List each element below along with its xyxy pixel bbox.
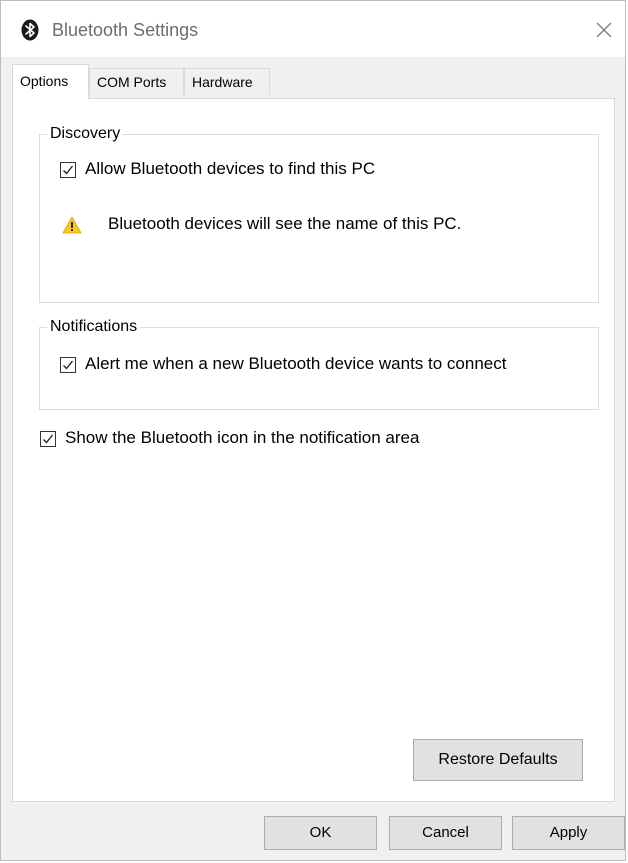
alert-new-device-label[interactable]: Alert me when a new Bluetooth device wan…: [85, 354, 506, 374]
discovery-legend: Discovery: [47, 124, 124, 144]
tab-options[interactable]: Options: [12, 64, 89, 99]
ok-button[interactable]: OK: [264, 816, 377, 850]
notifications-legend: Notifications: [47, 317, 141, 337]
warning-icon: [62, 216, 82, 234]
bluetooth-icon: [21, 19, 39, 41]
discovery-warning-text: Bluetooth devices will see the name of t…: [108, 214, 462, 233]
tab-hardware[interactable]: Hardware: [184, 68, 270, 95]
checkmark-icon: [43, 434, 54, 444]
allow-discovery-label[interactable]: Allow Bluetooth devices to find this PC: [85, 159, 375, 179]
title-bar: Bluetooth Settings: [1, 1, 625, 57]
checkmark-icon: [63, 360, 74, 370]
cancel-button[interactable]: Cancel: [389, 816, 502, 850]
close-icon: [596, 22, 612, 38]
window-title: Bluetooth Settings: [52, 20, 199, 40]
restore-defaults-button[interactable]: Restore Defaults: [413, 739, 583, 781]
apply-button[interactable]: Apply: [512, 816, 625, 850]
alert-new-device-checkbox[interactable]: [60, 357, 76, 373]
show-tray-icon-label[interactable]: Show the Bluetooth icon in the notificat…: [65, 428, 419, 448]
tab-com-ports[interactable]: COM Ports: [89, 68, 184, 95]
close-button[interactable]: [589, 15, 619, 45]
options-panel: Discovery Allow Bluetooth devices to fin…: [12, 98, 615, 802]
allow-discovery-checkbox[interactable]: [60, 162, 76, 178]
show-tray-icon-checkbox[interactable]: [40, 431, 56, 447]
bluetooth-settings-dialog: Bluetooth Settings Options COM Ports Har…: [0, 0, 626, 861]
checkmark-icon: [63, 165, 74, 175]
